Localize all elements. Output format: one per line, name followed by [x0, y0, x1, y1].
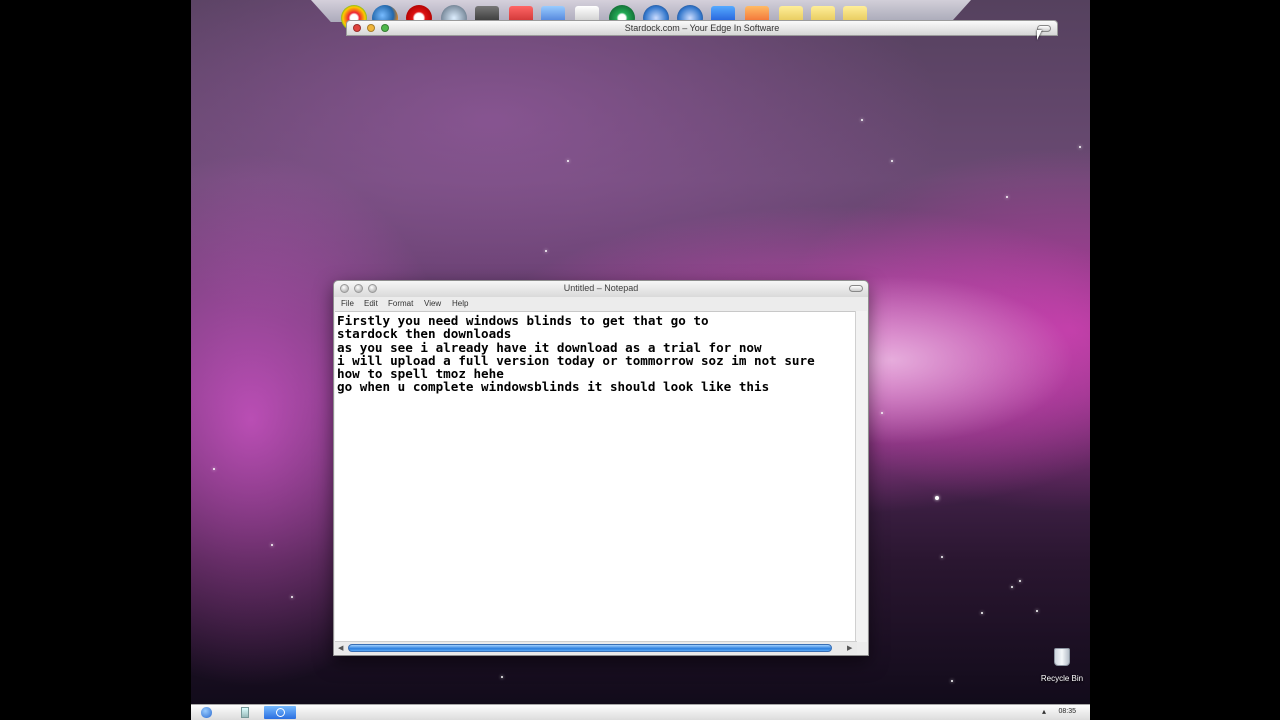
taskbar-window-button[interactable]	[264, 706, 296, 719]
menu-file[interactable]: File	[341, 299, 354, 308]
menu-bar: File Edit Format View Help	[334, 297, 868, 311]
menu-edit[interactable]: Edit	[364, 299, 378, 308]
quicklaunch-button[interactable]	[241, 706, 253, 719]
menu-view[interactable]: View	[424, 299, 441, 308]
star	[981, 612, 983, 614]
star	[951, 680, 953, 682]
window-title: Stardock.com – Your Edge In Software	[624, 23, 780, 33]
toolbar-toggle-button[interactable]	[849, 285, 863, 292]
star	[545, 250, 547, 252]
star	[501, 676, 503, 678]
vertical-scrollbar[interactable]	[855, 311, 867, 642]
menu-help[interactable]: Help	[452, 299, 468, 308]
star	[213, 468, 215, 470]
recycle-bin[interactable]: Recycle Bin	[1034, 648, 1090, 683]
notepad-titlebar[interactable]: Untitled – Notepad	[334, 281, 868, 298]
star	[891, 160, 893, 162]
desktop: Stardock.com – Your Edge In Software Unt…	[191, 0, 1090, 720]
horizontal-scrollbar[interactable]: ◀ ▶	[335, 641, 857, 654]
star	[861, 119, 863, 121]
star	[1011, 586, 1013, 588]
scroll-thumb[interactable]	[348, 644, 832, 652]
star	[291, 596, 293, 598]
browser-window-titlebar[interactable]: Stardock.com – Your Edge In Software	[346, 20, 1058, 36]
text-editor[interactable]: Firstly you need windows blinds to get t…	[335, 311, 857, 642]
star	[1079, 146, 1081, 148]
tray-arrow-icon[interactable]: ▴	[1042, 707, 1046, 716]
scroll-right-arrow-icon[interactable]: ▶	[847, 642, 852, 654]
apple-icon	[201, 707, 212, 718]
document-icon	[241, 707, 249, 718]
star	[941, 556, 943, 558]
clock: 08:35	[1058, 708, 1076, 715]
star	[881, 412, 883, 414]
menu-format[interactable]: Format	[388, 299, 413, 308]
mouse-cursor-icon	[1037, 30, 1042, 40]
recycle-bin-label: Recycle Bin	[1040, 674, 1084, 683]
star	[271, 544, 273, 546]
scroll-left-arrow-icon[interactable]: ◀	[338, 642, 343, 654]
star	[567, 160, 569, 162]
star	[935, 496, 939, 500]
notepad-window: Untitled – Notepad File Edit Format View…	[333, 280, 869, 656]
start-button[interactable]	[201, 706, 215, 719]
star	[1019, 580, 1021, 582]
window-icon	[275, 708, 285, 717]
star	[1036, 610, 1038, 612]
recycle-bin-icon[interactable]	[1054, 648, 1070, 666]
taskbar: ▴ 08:35	[191, 704, 1090, 720]
star	[1006, 196, 1008, 198]
window-title: Untitled – Notepad	[563, 283, 639, 293]
